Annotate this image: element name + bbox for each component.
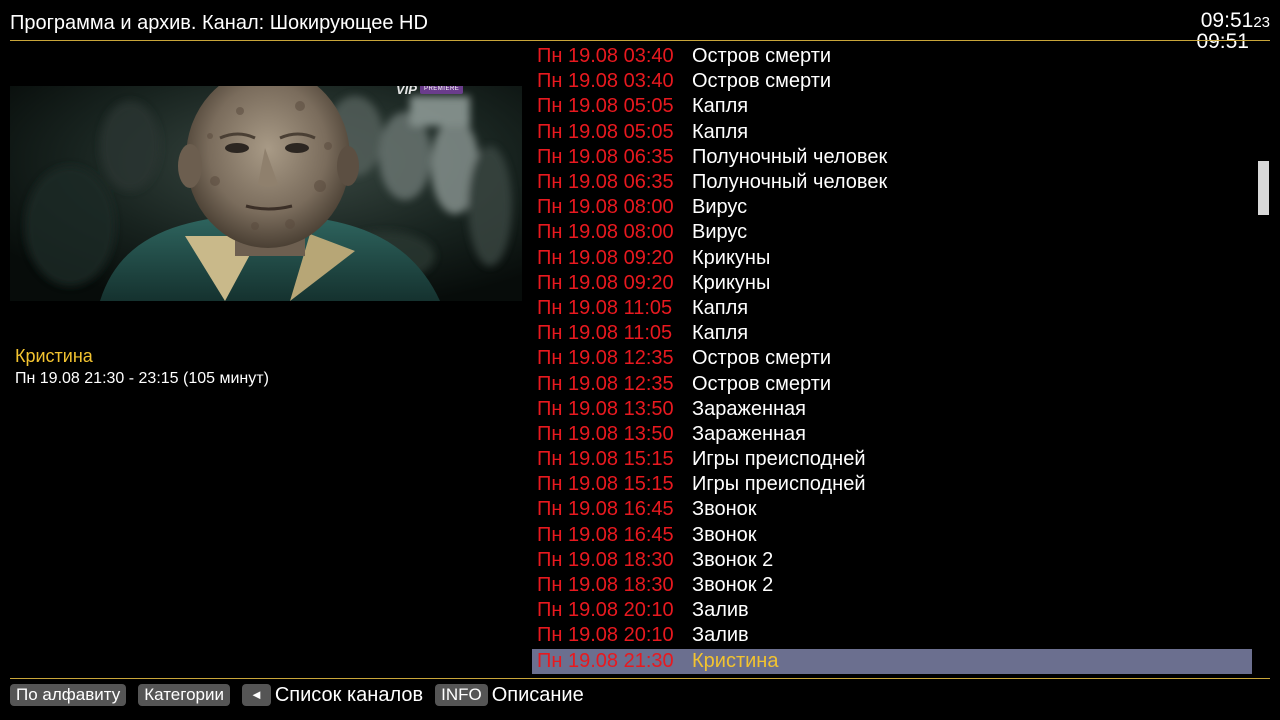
schedule-program-name: Остров смерти	[692, 70, 832, 93]
schedule-program-name: Игры преисподней	[692, 473, 866, 496]
schedule-row[interactable]: Пн 19.08 03:40 Остров смерти	[532, 44, 1252, 69]
clock-time: 09:51	[1200, 9, 1254, 32]
schedule-program-name: Крикуны	[692, 271, 771, 294]
schedule-datetime: Пн 19.08 18:30	[537, 548, 674, 571]
logo-premiere-badge: PREMIERE	[419, 86, 464, 94]
schedule-program-name: Остров смерти	[692, 372, 832, 395]
schedule-program-name: Вирус	[692, 196, 748, 219]
channel-logo: VIP PREMIERE	[396, 86, 464, 97]
schedule-datetime: Пн 19.08 06:35	[537, 171, 674, 194]
schedule-row[interactable]: Пн 19.08 05:05 Капля	[532, 94, 1252, 119]
channel-list-label: Список каналов	[274, 683, 424, 706]
schedule-program-name: Игры преисподней	[692, 448, 866, 471]
schedule-row[interactable]: Пн 19.08 09:20 Крикуны	[532, 246, 1252, 271]
schedule-datetime: Пн 19.08 05:05	[537, 95, 674, 118]
schedule-datetime: Пн 19.08 16:45	[537, 523, 674, 546]
schedule-datetime: Пн 19.08 06:35	[537, 145, 674, 168]
scrollbar-thumb[interactable]	[1258, 161, 1269, 215]
schedule-datetime: Пн 19.08 21:30	[537, 649, 674, 672]
schedule-datetime: Пн 19.08 20:10	[537, 599, 674, 622]
schedule-row[interactable]: Пн 19.08 15:15 Игры преисподней	[532, 447, 1252, 472]
preview-frame-image	[10, 86, 522, 301]
schedule-program-name: Звонок	[692, 523, 757, 546]
schedule-row[interactable]: Пн 19.08 12:35 Остров смерти	[532, 346, 1252, 371]
schedule-row[interactable]: Пн 19.08 05:05 Капля	[532, 120, 1252, 145]
schedule-row[interactable]: Пн 19.08 09:20 Крикуны	[532, 271, 1252, 296]
schedule-row[interactable]: Пн 19.08 03:40 Остров смерти	[532, 69, 1252, 94]
schedule-datetime: Пн 19.08 08:00	[537, 221, 674, 244]
video-preview: VIP PREMIERE	[10, 86, 522, 301]
left-arrow-icon[interactable]: ◄	[241, 684, 271, 706]
schedule-program-name: Залив	[692, 599, 749, 622]
schedule-datetime: Пн 19.08 05:05	[537, 120, 674, 143]
schedule-row[interactable]: Пн 19.08 13:50 Зараженная	[532, 397, 1252, 422]
schedule-datetime: Пн 19.08 09:20	[537, 246, 674, 269]
schedule-row[interactable]: Пн 19.08 06:35 Полуночный человек	[532, 145, 1252, 170]
schedule-row[interactable]: Пн 19.08 20:10 Залив	[532, 598, 1252, 623]
schedule-datetime: Пн 19.08 12:35	[537, 347, 674, 370]
schedule-row[interactable]: Пн 19.08 16:45 Звонок	[532, 523, 1252, 548]
schedule-datetime: Пн 19.08 08:00	[537, 196, 674, 219]
header-divider	[10, 40, 1270, 41]
schedule-program-name: Вирус	[692, 221, 748, 244]
schedule-program-name: Остров смерти	[692, 45, 832, 68]
schedule-datetime: Пн 19.08 12:35	[537, 372, 674, 395]
schedule-row[interactable]: Пн 19.08 08:00 Вирус	[532, 195, 1252, 220]
schedule-row[interactable]: Пн 19.08 20:10 Залив	[532, 623, 1252, 648]
schedule-row[interactable]: Пн 19.08 15:15 Игры преисподней	[532, 472, 1252, 497]
schedule-program-name: Кристина	[692, 649, 779, 672]
schedule-datetime: Пн 19.08 11:05	[537, 296, 673, 319]
schedule-row[interactable]: Пн 19.08 06:35 Полуночный человек	[532, 170, 1252, 195]
clock-seconds: 23	[1253, 14, 1270, 31]
categories-button[interactable]: Категории	[138, 684, 230, 706]
schedule-program-name: Звонок	[692, 498, 757, 521]
sort-alphabet-button[interactable]: По алфавиту	[10, 684, 127, 706]
schedule-program-name: Зараженная	[692, 397, 806, 420]
schedule-datetime: Пн 19.08 09:20	[537, 271, 674, 294]
schedule-datetime: Пн 19.08 13:50	[537, 397, 674, 420]
schedule-row[interactable]: Пн 19.08 18:30 Звонок 2	[532, 573, 1252, 598]
description-label: Описание	[491, 683, 584, 706]
schedule-datetime: Пн 19.08 15:15	[537, 473, 674, 496]
schedule-scrollbar[interactable]	[1258, 44, 1270, 674]
schedule-program-name: Звонок 2	[692, 574, 774, 597]
schedule-row[interactable]: Пн 19.08 13:50 Зараженная	[532, 422, 1252, 447]
schedule-program-name: Залив	[692, 624, 749, 647]
schedule-datetime: Пн 19.08 15:15	[537, 448, 674, 471]
schedule-row[interactable]: Пн 19.08 12:35 Остров смерти	[532, 371, 1252, 396]
footer-divider	[10, 678, 1270, 679]
schedule-row[interactable]: Пн 19.08 16:45 Звонок	[532, 497, 1252, 522]
schedule-datetime: Пн 19.08 03:40	[537, 45, 674, 68]
schedule-datetime: Пн 19.08 20:10	[537, 624, 674, 647]
schedule-row[interactable]: Пн 19.08 11:05 Капля	[532, 296, 1252, 321]
current-program-title: Кристина	[15, 346, 93, 366]
schedule-row-selected[interactable]: Пн 19.08 21:30 Кристина	[532, 648, 1252, 674]
logo-vip-text: VIP	[396, 86, 417, 97]
schedule-program-name: Зараженная	[692, 422, 806, 445]
schedule-program-name: Капля	[692, 120, 749, 143]
schedule-program-name: Капля	[692, 95, 749, 118]
schedule-program-name: Крикуны	[692, 246, 771, 269]
schedule-list[interactable]: Пн 19.08 03:40 Остров смерти Пн 19.08 03:4…	[532, 44, 1252, 674]
schedule-datetime: Пн 19.08 03:40	[537, 70, 674, 93]
schedule-datetime: Пн 19.08 18:30	[537, 574, 674, 597]
schedule-row[interactable]: Пн 19.08 08:00 Вирус	[532, 220, 1252, 245]
schedule-datetime: Пн 19.08 16:45	[537, 498, 674, 521]
info-button[interactable]: INFO	[435, 684, 488, 706]
page-title: Программа и архив. Канал: Шокирующее HD	[10, 12, 428, 34]
epg-screen: Программа и архив. Канал: Шокирующее HD …	[0, 0, 1280, 720]
current-program-time: Пн 19.08 21:30 - 23:15 (105 минут)	[15, 370, 269, 387]
schedule-datetime: Пн 19.08 11:05	[537, 322, 673, 345]
schedule-program-name: Капля	[692, 322, 749, 345]
schedule-program-name: Капля	[692, 296, 749, 319]
footer-hints: По алфавиту Категории ◄ Список каналов I…	[10, 682, 596, 708]
schedule-row[interactable]: Пн 19.08 18:30 Звонок 2	[532, 548, 1252, 573]
schedule-datetime: Пн 19.08 13:50	[537, 422, 674, 445]
schedule-program-name: Полуночный человек	[692, 171, 888, 194]
schedule-row[interactable]: Пн 19.08 11:05 Капля	[532, 321, 1252, 346]
schedule-program-name: Полуночный человек	[692, 145, 888, 168]
schedule-program-name: Остров смерти	[692, 347, 832, 370]
schedule-program-name: Звонок 2	[692, 548, 774, 571]
